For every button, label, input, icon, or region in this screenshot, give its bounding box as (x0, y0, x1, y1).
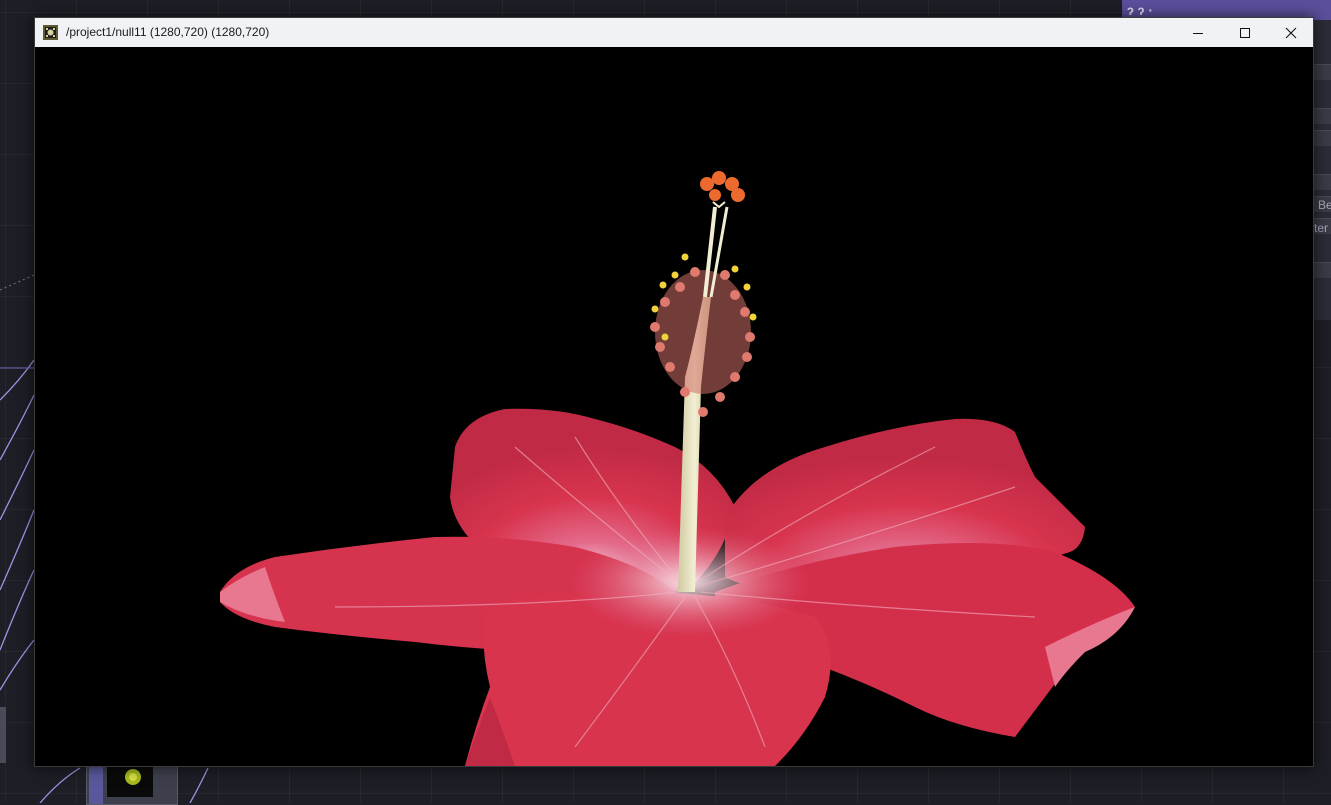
node-flag-bar (89, 767, 103, 804)
flower-thumbnail-icon (125, 769, 141, 785)
hibiscus-flower-image (220, 171, 1135, 766)
network-node[interactable] (86, 766, 178, 805)
window-title: /project1/null11 (1280,720) (1280,720) (66, 25, 270, 39)
minimize-icon (1193, 32, 1203, 34)
viewer-window[interactable]: /project1/null11 (1280,720) (1280,720) (34, 17, 1314, 767)
close-icon (1285, 27, 1297, 38)
maximize-button[interactable] (1222, 18, 1268, 47)
close-button[interactable] (1268, 18, 1314, 47)
maximize-icon (1240, 27, 1250, 38)
node-thumbnail (107, 767, 153, 797)
window-titlebar[interactable]: /project1/null11 (1280,720) (1280,720) (35, 18, 1313, 47)
parameter-label: ter (1314, 221, 1329, 235)
image-viewport[interactable] (35, 47, 1313, 766)
parameter-label: Be (1318, 198, 1331, 212)
node-tab[interactable] (0, 707, 6, 763)
parameter-panel-title: ɂ ɂ · (1127, 2, 1153, 18)
touchdesigner-icon (43, 25, 58, 40)
minimize-button[interactable] (1175, 18, 1221, 47)
